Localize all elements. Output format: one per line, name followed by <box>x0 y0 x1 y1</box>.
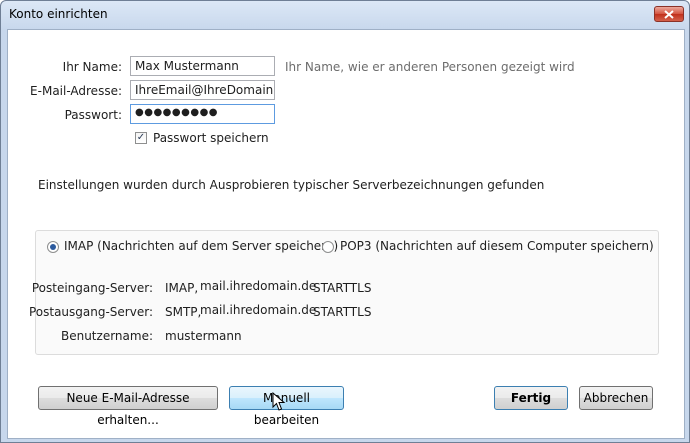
email-label: E-Mail-Adresse: <box>30 84 122 98</box>
incoming-host: mail.ihredomain.de <box>200 279 317 293</box>
email-input[interactable]: IhreEmail@IhreDomain.de <box>130 80 275 100</box>
username-value: mustermann <box>165 329 242 343</box>
manual-edit-button[interactable]: Manuell bearbeiten <box>229 386 344 427</box>
incoming-server-label: Posteingang-Server: <box>31 281 153 295</box>
cancel-button[interactable]: Abbrechen <box>579 386 653 410</box>
password-label: Passwort: <box>64 108 122 122</box>
mouse-pointer-icon <box>272 392 286 411</box>
outgoing-host: mail.ihredomain.de <box>200 303 317 317</box>
save-password-label: Passwort speichern <box>153 131 269 145</box>
imap-radio[interactable] <box>47 241 59 253</box>
close-icon <box>664 9 674 19</box>
outgoing-protocol: SMTP, <box>165 305 202 319</box>
close-button[interactable] <box>654 6 684 22</box>
name-label: Ihr Name: <box>62 60 122 74</box>
dialog-content: Ihr Name: Max Mustermann Ihr Name, wie e… <box>7 29 685 439</box>
save-password-checkbox[interactable]: ✓ <box>135 132 147 144</box>
checkmark-icon: ✓ <box>136 132 146 143</box>
dialog-window: Konto einrichten Ihr Name: Max Musterman… <box>0 0 690 443</box>
name-input[interactable]: Max Mustermann <box>130 56 275 76</box>
pop3-radio[interactable] <box>322 241 334 253</box>
outgoing-server-label: Postausgang-Server: <box>28 305 153 319</box>
server-settings-group: IMAP (Nachrichten auf dem Server speiche… <box>29 230 659 355</box>
new-email-address-button[interactable]: Neue E-Mail-Adresse erhalten... <box>38 386 218 427</box>
window-title: Konto einrichten <box>9 7 108 21</box>
incoming-protocol: IMAP, <box>165 281 199 295</box>
status-message: Einstellungen wurden durch Ausprobieren … <box>38 178 545 192</box>
incoming-security: STARTTLS <box>313 281 372 295</box>
username-label: Benutzername: <box>60 329 153 343</box>
pop3-radio-label: POP3 (Nachrichten auf diesem Computer sp… <box>340 239 654 253</box>
title-bar[interactable]: Konto einrichten <box>1 1 689 27</box>
outgoing-security: STARTTLS <box>313 305 372 319</box>
password-input[interactable]: ●●●●●●●●● <box>130 104 275 124</box>
imap-radio-label: IMAP (Nachrichten auf dem Server speiche… <box>64 239 339 253</box>
done-button[interactable]: Fertig <box>494 386 568 410</box>
name-hint: Ihr Name, wie er anderen Personen gezeig… <box>285 60 575 74</box>
